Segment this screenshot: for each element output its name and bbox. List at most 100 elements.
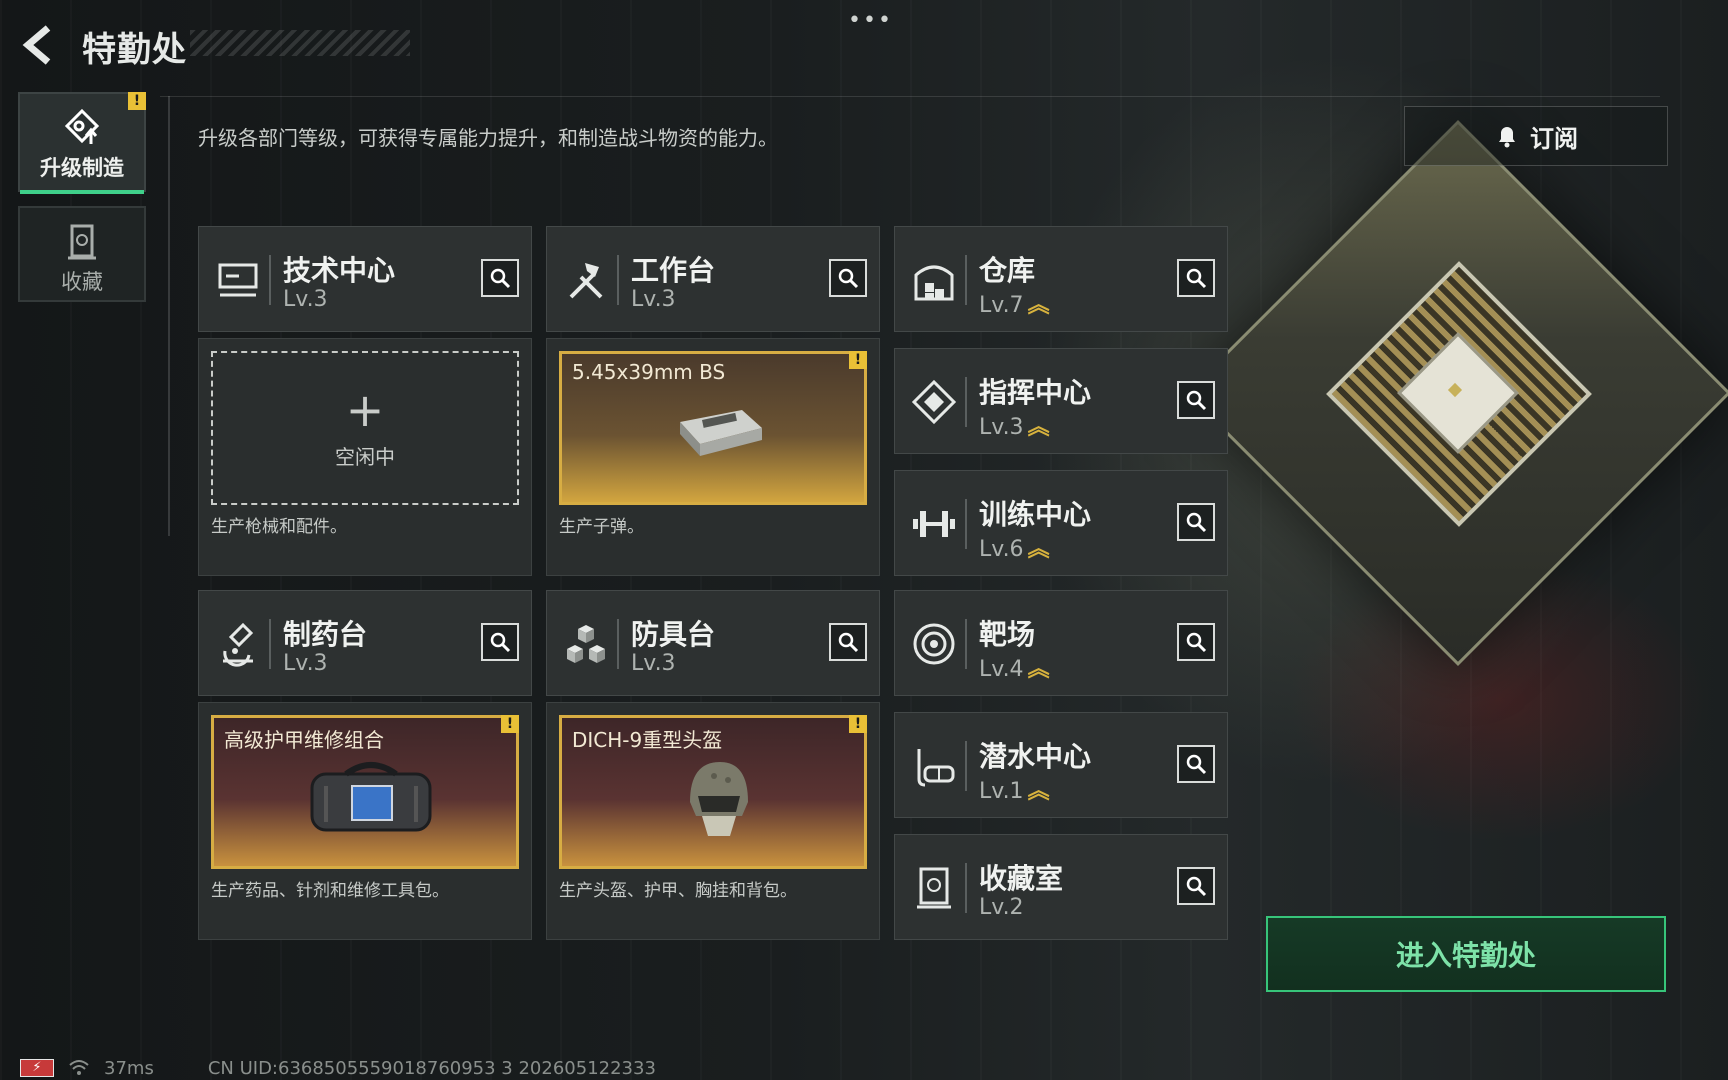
- production-item-card[interactable]: 高级护甲维修组合 !: [211, 715, 519, 869]
- status-bar: ⚡ 37ms CN UID:6368505559018760953 3 2026…: [20, 1057, 656, 1079]
- workshop-name: 防具台: [631, 618, 716, 651]
- enter-special-ops-button[interactable]: 进入特勤处: [1266, 916, 1666, 992]
- workshop-level: Lv.3: [283, 651, 328, 676]
- production-item-name: 高级护甲维修组合: [224, 728, 384, 752]
- production-idle-slot[interactable]: + 空闲中: [211, 351, 519, 505]
- subscribe-button[interactable]: 订阅: [1404, 106, 1668, 166]
- workshop-level: Lv.3: [283, 287, 328, 312]
- facility-card-training-center[interactable]: 训练中心 Lv.6 ︽: [894, 470, 1228, 576]
- facility-card-collection-room[interactable]: 收藏室 Lv.2: [894, 834, 1228, 940]
- divider: [965, 377, 967, 427]
- facility-level: Lv.4 ︽: [979, 651, 1050, 683]
- search-icon[interactable]: [1177, 867, 1215, 905]
- divider: [965, 619, 967, 669]
- upgrade-available-icon: ︽: [1027, 293, 1050, 318]
- facility-name: 潜水中心: [979, 740, 1092, 773]
- upgrade-available-icon: ︽: [1027, 657, 1050, 682]
- facility-level: Lv.3 ︽: [979, 409, 1050, 441]
- facility-card-shooting-range[interactable]: 靶场 Lv.4 ︽: [894, 590, 1228, 696]
- ping-value: 37ms: [104, 1057, 154, 1079]
- user-uid: CN UID:6368505559018760953 3 20260512233…: [207, 1057, 656, 1079]
- alert-badge: !: [849, 351, 867, 369]
- production-slot-tech-center[interactable]: + 空闲中 生产枪械和配件。: [198, 338, 532, 576]
- sidebar-item-collection[interactable]: 收藏: [18, 206, 146, 302]
- divider: [269, 255, 271, 305]
- production-slot-pharmacy[interactable]: 高级护甲维修组合 ! 生产药品、针剂和维修工具包。: [198, 702, 532, 940]
- search-icon[interactable]: [1177, 623, 1215, 661]
- collection-icon: [68, 224, 96, 260]
- bell-icon: [1499, 127, 1515, 148]
- workshop-card-pharmacy[interactable]: 制药台 Lv.3: [198, 590, 532, 696]
- workshop-card-workbench[interactable]: 工作台 Lv.3: [546, 226, 880, 332]
- alert-badge: !: [501, 715, 519, 733]
- search-icon[interactable]: [1177, 259, 1215, 297]
- search-icon[interactable]: [1177, 381, 1215, 419]
- alert-badge: !: [849, 715, 867, 733]
- workshop-name: 技术中心: [283, 254, 396, 287]
- diving-mask-icon: [917, 749, 955, 787]
- upgrade-available-icon: ︽: [1027, 779, 1050, 804]
- sidebar-item-label: 升级制造: [40, 156, 124, 180]
- upgrade-available-icon: ︽: [1027, 537, 1050, 562]
- divider: [965, 499, 967, 549]
- facility-name: 收藏室: [979, 862, 1064, 895]
- facility-card-warehouse[interactable]: 仓库 Lv.7 ︽: [894, 226, 1228, 332]
- hammer-wrench-icon: [569, 263, 603, 299]
- workshop-card-armor-bench[interactable]: 防具台 Lv.3: [546, 590, 880, 696]
- back-arrow-icon[interactable]: [20, 24, 62, 66]
- facility-level-text: Lv.7: [979, 293, 1024, 318]
- search-icon[interactable]: [1177, 503, 1215, 541]
- production-slot-workbench[interactable]: 5.45x39mm BS ! 生产子弹。: [546, 338, 880, 576]
- search-icon[interactable]: [481, 259, 519, 297]
- divider: [269, 619, 271, 669]
- page-title: 特勤处: [82, 30, 187, 70]
- facility-name: 训练中心: [979, 498, 1092, 531]
- production-item-card[interactable]: DICH-9重型头盔 !: [559, 715, 867, 869]
- repair-kit-bag-icon: [310, 762, 432, 832]
- workshop-description: 生产头盔、护甲、胸挂和背包。: [559, 881, 797, 901]
- battery-icon: ⚡: [20, 1059, 54, 1077]
- search-icon[interactable]: [1177, 745, 1215, 783]
- production-slot-armor-bench[interactable]: DICH-9重型头盔 ! 生产头盔、护甲、胸挂和背包。: [546, 702, 880, 940]
- divider: [617, 255, 619, 305]
- facility-level-text: Lv.3: [979, 415, 1024, 440]
- facility-cube-illustration: [1185, 120, 1728, 666]
- workshop-name: 制药台: [283, 618, 368, 651]
- production-item-card[interactable]: 5.45x39mm BS !: [559, 351, 867, 505]
- workshop-description: 生产子弹。: [559, 517, 644, 537]
- subscribe-label: 订阅: [1530, 124, 1578, 153]
- sidebar-item-label: 收藏: [61, 270, 103, 294]
- facility-name: 仓库: [979, 254, 1036, 287]
- title-decoration: [190, 30, 410, 56]
- facility-level: Lv.7 ︽: [979, 287, 1050, 319]
- facility-card-diving-center[interactable]: 潜水中心 Lv.1 ︽: [894, 712, 1228, 818]
- sidebar-item-upgrade[interactable]: 升级制造 !: [18, 92, 146, 194]
- search-icon[interactable]: [829, 623, 867, 661]
- facility-level: Lv.1 ︽: [979, 773, 1050, 805]
- helmet-icon: [690, 762, 748, 836]
- facility-card-command-center[interactable]: 指挥中心 Lv.3 ︽: [894, 348, 1228, 454]
- ammo-box-icon: [680, 410, 762, 456]
- active-indicator: [20, 190, 144, 194]
- more-options-icon[interactable]: •••: [848, 8, 893, 33]
- divider: [965, 741, 967, 791]
- facility-name: 指挥中心: [979, 376, 1092, 409]
- workshop-card-tech-center[interactable]: 技术中心 Lv.3: [198, 226, 532, 332]
- workshop-level: Lv.3: [631, 287, 676, 312]
- divider: [168, 96, 170, 536]
- divider: [965, 255, 967, 305]
- dumbbell-icon: [913, 511, 955, 537]
- search-icon[interactable]: [481, 623, 519, 661]
- workshop-description: 生产枪械和配件。: [211, 517, 347, 537]
- alert-badge: !: [128, 92, 146, 110]
- workshop-name: 工作台: [631, 254, 716, 287]
- search-icon[interactable]: [829, 259, 867, 297]
- workshop-description: 生产药品、针剂和维修工具包。: [211, 881, 449, 901]
- idle-label: 空闲中: [335, 444, 395, 469]
- facility-level-text: Lv.4: [979, 657, 1024, 682]
- divider: [160, 96, 1660, 97]
- blocks-icon: [567, 625, 605, 663]
- production-item-name: DICH-9重型头盔: [572, 728, 723, 752]
- warehouse-icon: [914, 265, 954, 301]
- production-item-name: 5.45x39mm BS: [572, 360, 726, 384]
